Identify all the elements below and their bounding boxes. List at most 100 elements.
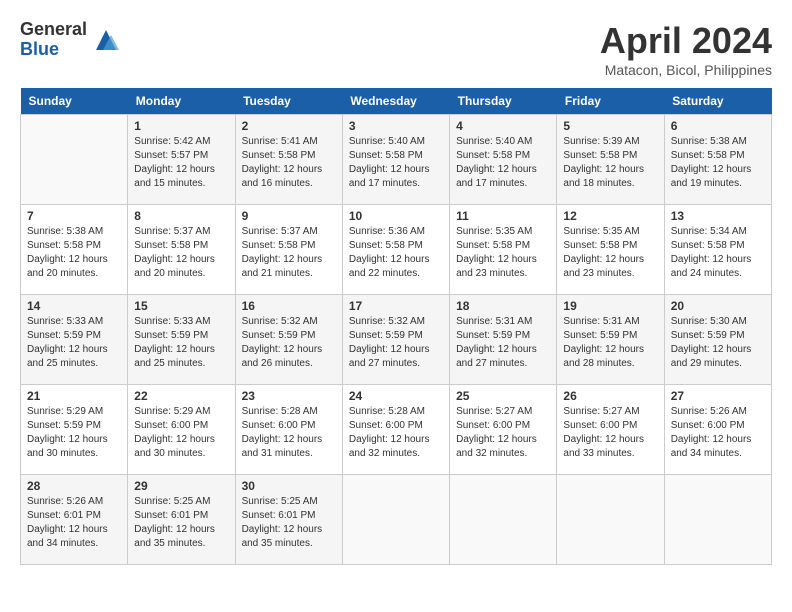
day-info: Sunrise: 5:32 AMSunset: 5:59 PMDaylight:… [242,316,323,369]
day-info: Sunrise: 5:29 AMSunset: 5:59 PMDaylight:… [27,406,108,459]
calendar-day-cell: 2 Sunrise: 5:41 AMSunset: 5:58 PMDayligh… [235,115,342,205]
calendar-week-row: 21 Sunrise: 5:29 AMSunset: 5:59 PMDaylig… [21,385,772,475]
calendar-day-cell: 14 Sunrise: 5:33 AMSunset: 5:59 PMDaylig… [21,295,128,385]
day-info: Sunrise: 5:40 AMSunset: 5:58 PMDaylight:… [456,136,537,189]
day-of-week-header: Saturday [664,88,771,115]
day-info: Sunrise: 5:40 AMSunset: 5:58 PMDaylight:… [349,136,430,189]
calendar-day-cell: 4 Sunrise: 5:40 AMSunset: 5:58 PMDayligh… [450,115,557,205]
day-info: Sunrise: 5:33 AMSunset: 5:59 PMDaylight:… [27,316,108,369]
day-number: 15 [134,299,228,313]
page-header: General Blue April 2024 Matacon, Bicol, … [20,20,772,78]
month-title: April 2024 [600,20,772,62]
location-subtitle: Matacon, Bicol, Philippines [600,62,772,78]
calendar-day-cell: 7 Sunrise: 5:38 AMSunset: 5:58 PMDayligh… [21,205,128,295]
day-number: 19 [563,299,657,313]
logo-general-text: General [20,20,87,40]
day-info: Sunrise: 5:34 AMSunset: 5:58 PMDaylight:… [671,226,752,279]
day-of-week-header: Sunday [21,88,128,115]
calendar-week-row: 28 Sunrise: 5:26 AMSunset: 6:01 PMDaylig… [21,475,772,565]
day-info: Sunrise: 5:42 AMSunset: 5:57 PMDaylight:… [134,136,215,189]
calendar-day-cell: 17 Sunrise: 5:32 AMSunset: 5:59 PMDaylig… [342,295,449,385]
calendar-day-cell: 9 Sunrise: 5:37 AMSunset: 5:58 PMDayligh… [235,205,342,295]
day-number: 28 [27,479,121,493]
day-number: 30 [242,479,336,493]
day-number: 23 [242,389,336,403]
day-info: Sunrise: 5:35 AMSunset: 5:58 PMDaylight:… [563,226,644,279]
day-of-week-header: Thursday [450,88,557,115]
day-number: 11 [456,209,550,223]
day-number: 12 [563,209,657,223]
calendar-day-cell: 6 Sunrise: 5:38 AMSunset: 5:58 PMDayligh… [664,115,771,205]
day-of-week-header: Monday [128,88,235,115]
calendar-week-row: 7 Sunrise: 5:38 AMSunset: 5:58 PMDayligh… [21,205,772,295]
day-number: 5 [563,119,657,133]
calendar-day-cell: 3 Sunrise: 5:40 AMSunset: 5:58 PMDayligh… [342,115,449,205]
calendar-day-cell: 16 Sunrise: 5:32 AMSunset: 5:59 PMDaylig… [235,295,342,385]
day-number: 17 [349,299,443,313]
day-info: Sunrise: 5:31 AMSunset: 5:59 PMDaylight:… [456,316,537,369]
calendar-week-row: 1 Sunrise: 5:42 AMSunset: 5:57 PMDayligh… [21,115,772,205]
day-number: 21 [27,389,121,403]
calendar-day-cell: 20 Sunrise: 5:30 AMSunset: 5:59 PMDaylig… [664,295,771,385]
logo: General Blue [20,20,121,60]
calendar-day-cell: 28 Sunrise: 5:26 AMSunset: 6:01 PMDaylig… [21,475,128,565]
day-number: 4 [456,119,550,133]
day-info: Sunrise: 5:33 AMSunset: 5:59 PMDaylight:… [134,316,215,369]
day-info: Sunrise: 5:38 AMSunset: 5:58 PMDaylight:… [27,226,108,279]
day-info: Sunrise: 5:25 AMSunset: 6:01 PMDaylight:… [134,496,215,549]
title-area: April 2024 Matacon, Bicol, Philippines [600,20,772,78]
calendar-day-cell: 24 Sunrise: 5:28 AMSunset: 6:00 PMDaylig… [342,385,449,475]
day-info: Sunrise: 5:39 AMSunset: 5:58 PMDaylight:… [563,136,644,189]
day-info: Sunrise: 5:31 AMSunset: 5:59 PMDaylight:… [563,316,644,369]
day-number: 7 [27,209,121,223]
day-number: 24 [349,389,443,403]
day-info: Sunrise: 5:35 AMSunset: 5:58 PMDaylight:… [456,226,537,279]
calendar-day-cell: 5 Sunrise: 5:39 AMSunset: 5:58 PMDayligh… [557,115,664,205]
day-info: Sunrise: 5:27 AMSunset: 6:00 PMDaylight:… [563,406,644,459]
day-number: 16 [242,299,336,313]
calendar-day-cell: 29 Sunrise: 5:25 AMSunset: 6:01 PMDaylig… [128,475,235,565]
day-info: Sunrise: 5:26 AMSunset: 6:01 PMDaylight:… [27,496,108,549]
calendar-day-cell [342,475,449,565]
day-info: Sunrise: 5:37 AMSunset: 5:58 PMDaylight:… [242,226,323,279]
day-info: Sunrise: 5:27 AMSunset: 6:00 PMDaylight:… [456,406,537,459]
calendar-day-cell: 8 Sunrise: 5:37 AMSunset: 5:58 PMDayligh… [128,205,235,295]
calendar-day-cell: 22 Sunrise: 5:29 AMSunset: 6:00 PMDaylig… [128,385,235,475]
logo-blue-text: Blue [20,40,87,60]
day-number: 29 [134,479,228,493]
day-number: 14 [27,299,121,313]
calendar-day-cell: 15 Sunrise: 5:33 AMSunset: 5:59 PMDaylig… [128,295,235,385]
day-number: 6 [671,119,765,133]
day-number: 13 [671,209,765,223]
day-number: 20 [671,299,765,313]
calendar-header-row: SundayMondayTuesdayWednesdayThursdayFrid… [21,88,772,115]
day-info: Sunrise: 5:28 AMSunset: 6:00 PMDaylight:… [349,406,430,459]
calendar-day-cell [21,115,128,205]
calendar-day-cell: 18 Sunrise: 5:31 AMSunset: 5:59 PMDaylig… [450,295,557,385]
day-number: 8 [134,209,228,223]
calendar-day-cell: 26 Sunrise: 5:27 AMSunset: 6:00 PMDaylig… [557,385,664,475]
day-number: 10 [349,209,443,223]
logo-icon [91,25,121,55]
day-info: Sunrise: 5:30 AMSunset: 5:59 PMDaylight:… [671,316,752,369]
calendar-week-row: 14 Sunrise: 5:33 AMSunset: 5:59 PMDaylig… [21,295,772,385]
day-of-week-header: Wednesday [342,88,449,115]
day-info: Sunrise: 5:36 AMSunset: 5:58 PMDaylight:… [349,226,430,279]
calendar-day-cell: 19 Sunrise: 5:31 AMSunset: 5:59 PMDaylig… [557,295,664,385]
day-number: 26 [563,389,657,403]
calendar-day-cell: 13 Sunrise: 5:34 AMSunset: 5:58 PMDaylig… [664,205,771,295]
calendar-day-cell: 25 Sunrise: 5:27 AMSunset: 6:00 PMDaylig… [450,385,557,475]
calendar-day-cell: 10 Sunrise: 5:36 AMSunset: 5:58 PMDaylig… [342,205,449,295]
calendar-table: SundayMondayTuesdayWednesdayThursdayFrid… [20,88,772,565]
day-info: Sunrise: 5:37 AMSunset: 5:58 PMDaylight:… [134,226,215,279]
day-info: Sunrise: 5:32 AMSunset: 5:59 PMDaylight:… [349,316,430,369]
day-number: 22 [134,389,228,403]
calendar-day-cell: 1 Sunrise: 5:42 AMSunset: 5:57 PMDayligh… [128,115,235,205]
calendar-day-cell: 30 Sunrise: 5:25 AMSunset: 6:01 PMDaylig… [235,475,342,565]
calendar-day-cell [557,475,664,565]
day-info: Sunrise: 5:26 AMSunset: 6:00 PMDaylight:… [671,406,752,459]
day-number: 25 [456,389,550,403]
calendar-day-cell: 27 Sunrise: 5:26 AMSunset: 6:00 PMDaylig… [664,385,771,475]
calendar-day-cell: 11 Sunrise: 5:35 AMSunset: 5:58 PMDaylig… [450,205,557,295]
day-of-week-header: Friday [557,88,664,115]
